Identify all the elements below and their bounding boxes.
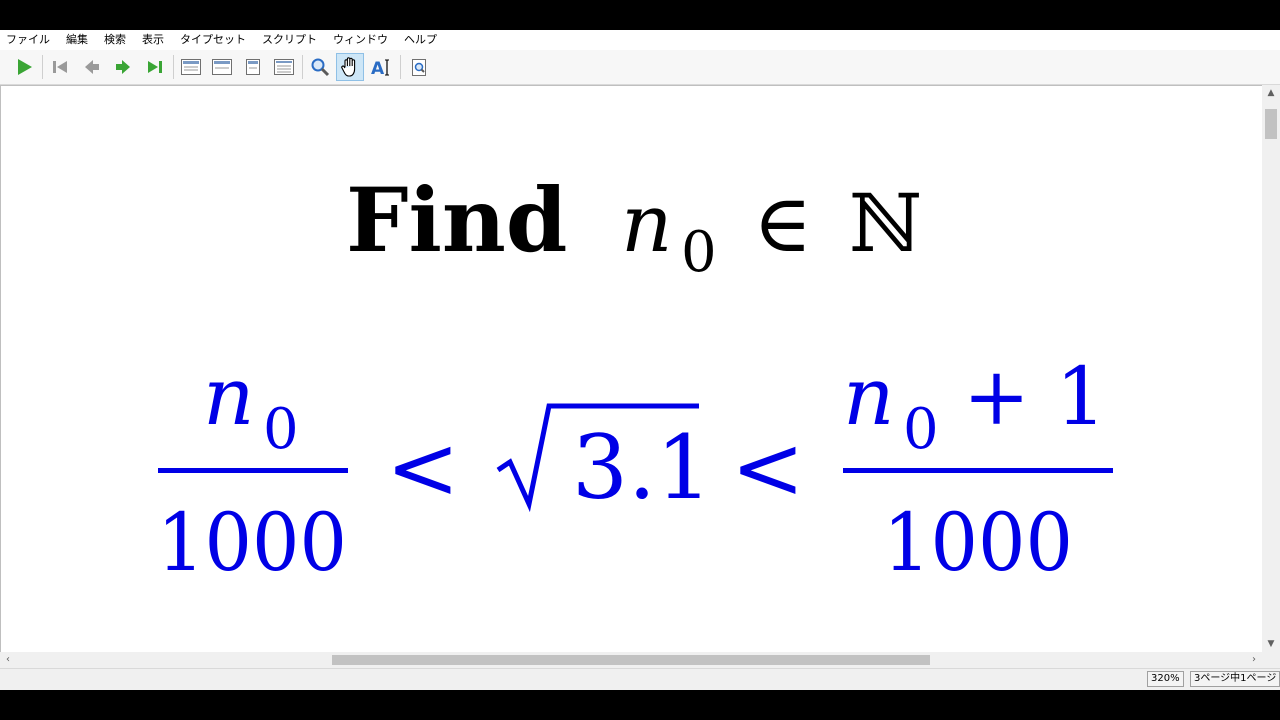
title-subscript: 0 [681, 220, 717, 285]
zoom-level[interactable]: 320% [1147, 671, 1184, 687]
menu-help[interactable]: ヘルプ [396, 30, 445, 50]
app-window: ファイル 編集 検索 表示 タイプセット スクリプト ウィンドウ ヘルプ A F… [0, 30, 1280, 690]
scrollbar-corner [1262, 652, 1280, 668]
title-variable: n [621, 177, 673, 270]
horizontal-scrollbar[interactable]: ‹ › [0, 652, 1262, 668]
menu-file[interactable]: ファイル [0, 30, 58, 50]
next-page-icon [116, 60, 130, 74]
document-view[interactable]: Find n 0 ∈ ℕ n 0 1000 < 3.1 < n 0 + 1 10… [0, 85, 1262, 652]
hand-button[interactable] [336, 53, 364, 81]
next-page-button[interactable] [109, 53, 137, 81]
left-fraction-bar [158, 468, 348, 473]
right-numerator-subscript: 0 [903, 397, 939, 462]
menu-edit[interactable]: 編集 [58, 30, 96, 50]
fit-window-button[interactable] [270, 53, 298, 81]
menu-window[interactable]: ウィンドウ [325, 30, 396, 50]
first-page-button[interactable] [46, 53, 74, 81]
magnify-button[interactable] [306, 53, 334, 81]
last-page-icon [148, 61, 162, 73]
toolbar: A [0, 50, 1280, 85]
fit-page-icon [246, 59, 260, 75]
last-page-button[interactable] [141, 53, 169, 81]
prev-page-icon [85, 60, 99, 74]
title-naturals: ℕ [849, 177, 922, 270]
actual-size-button[interactable] [177, 53, 205, 81]
select-text-icon: A [371, 59, 389, 77]
horizontal-scroll-thumb[interactable] [332, 655, 930, 665]
scroll-left-arrow-icon[interactable]: ‹ [0, 652, 16, 668]
menu-bar: ファイル 編集 検索 表示 タイプセット スクリプト ウィンドウ ヘルプ [0, 30, 1280, 50]
page-indicator: 3ページ中1ページ [1190, 671, 1280, 687]
title-element-of: ∈ [753, 177, 812, 270]
fit-page-button[interactable] [239, 53, 267, 81]
left-numerator-variable: n [203, 350, 255, 443]
select-text-button[interactable]: A [367, 53, 395, 81]
prev-page-button[interactable] [78, 53, 106, 81]
menu-search[interactable]: 検索 [96, 30, 134, 50]
toolbar-separator [173, 55, 174, 79]
actual-size-icon [181, 59, 201, 75]
right-numerator-rest: + 1 [963, 350, 1106, 443]
fit-width-icon [212, 59, 232, 75]
left-denominator: 1000 [157, 496, 347, 589]
menu-typeset[interactable]: タイプセット [172, 30, 254, 50]
scroll-down-arrow-icon[interactable]: ▼ [1262, 636, 1280, 652]
fit-width-button[interactable] [208, 53, 236, 81]
magnify-icon [311, 58, 330, 77]
less-than-1: < [386, 416, 460, 519]
less-than-2: < [731, 416, 805, 519]
sqrt-argument: 3.1 [572, 416, 712, 519]
right-numerator-variable: n [843, 350, 895, 443]
toolbar-separator [42, 55, 43, 79]
scroll-right-arrow-icon[interactable]: › [1246, 652, 1262, 668]
menu-view[interactable]: 表示 [134, 30, 172, 50]
status-bar: 320% 3ページ中1ページ [0, 668, 1280, 690]
right-denominator: 1000 [883, 496, 1073, 589]
math-content: Find n 0 ∈ ℕ n 0 1000 < 3.1 < n 0 + 1 10… [157, 168, 1113, 589]
vertical-scroll-thumb[interactable] [1265, 109, 1277, 139]
svg-text:A: A [371, 59, 385, 77]
typeset-icon [18, 59, 32, 75]
right-fraction-bar [843, 468, 1113, 473]
vertical-scrollbar[interactable]: ▲ ▼ [1262, 85, 1280, 652]
hand-icon [341, 57, 356, 77]
fit-window-icon [274, 59, 294, 75]
toolbar-separator [400, 55, 401, 79]
find-button[interactable] [405, 53, 433, 81]
title-word: Find [346, 168, 567, 272]
find-icon [412, 59, 426, 76]
menu-script[interactable]: スクリプト [254, 30, 325, 50]
left-numerator-subscript: 0 [263, 397, 299, 462]
toolbar-separator [302, 55, 303, 79]
scroll-up-arrow-icon[interactable]: ▲ [1262, 85, 1280, 101]
typeset-button[interactable] [10, 53, 38, 81]
first-page-icon [53, 61, 67, 73]
